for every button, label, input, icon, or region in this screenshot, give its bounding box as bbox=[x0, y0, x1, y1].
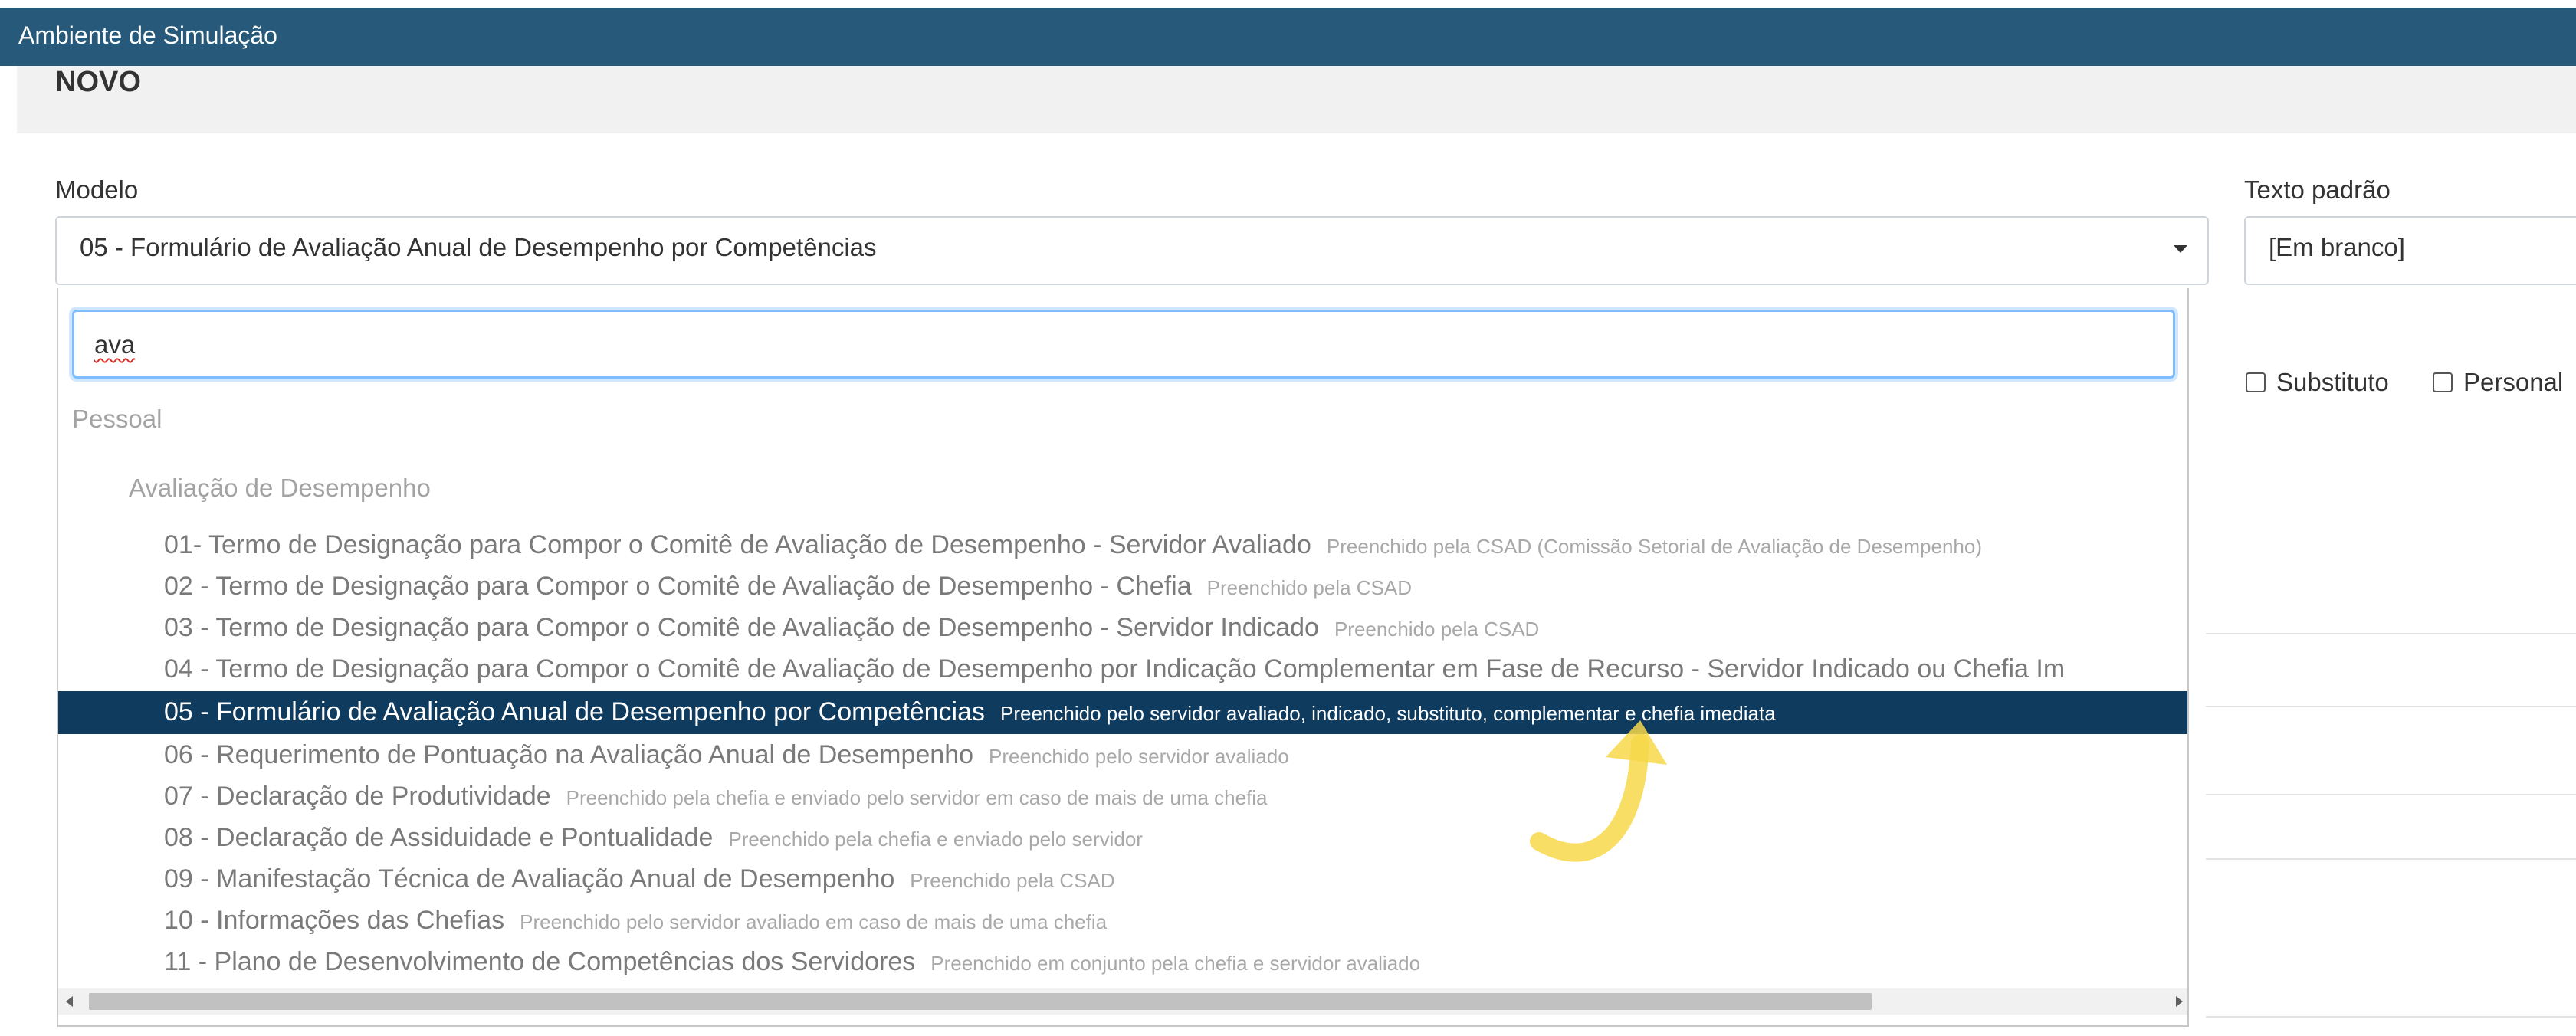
option-label: 03 - Termo de Designação para Compor o C… bbox=[164, 613, 1540, 642]
option-hint: Preenchido pelo servidor avaliado bbox=[989, 745, 1289, 768]
dropdown-option[interactable]: 05 - Formulário de Avaliação Anual de De… bbox=[58, 691, 2187, 734]
option-hint: Preenchido pela CSAD bbox=[1334, 618, 1540, 641]
option-label: 01- Termo de Designação para Compor o Co… bbox=[164, 530, 1982, 559]
window-title: Ambiente de Simulação bbox=[18, 21, 277, 49]
page-title: NOVO bbox=[55, 66, 141, 98]
horizontal-scrollbar[interactable] bbox=[58, 988, 2187, 1015]
substituto-checkbox[interactable] bbox=[2246, 372, 2266, 392]
option-label: 09 - Manifestação Técnica de Avaliação A… bbox=[164, 864, 1115, 893]
option-subgroup-avaliacao: Avaliação de Desempenho bbox=[129, 474, 431, 502]
option-label: 06 - Requerimento de Pontuação na Avalia… bbox=[164, 740, 1289, 769]
modelo-dropdown-panel[interactable]: ava Pessoal Avaliação de Desempenho 01- … bbox=[57, 288, 2189, 1027]
texto-padrao-value: [Em branco] bbox=[2269, 233, 2405, 261]
window-titlebar: Ambiente de Simulação bbox=[0, 8, 2576, 66]
option-label: 02 - Termo de Designação para Compor o C… bbox=[164, 572, 1412, 601]
chevron-down-icon bbox=[2174, 245, 2187, 253]
option-hint: Preenchido pela CSAD bbox=[1206, 576, 1412, 599]
option-hint: Preenchido pelo servidor avaliado em cas… bbox=[520, 910, 1108, 933]
page-header: NOVO bbox=[17, 66, 2576, 133]
option-group-pessoal: Pessoal bbox=[72, 405, 162, 433]
option-label: 04 - Termo de Designação para Compor o C… bbox=[164, 654, 2066, 684]
texto-padrao-select[interactable]: [Em branco] bbox=[2244, 216, 2576, 285]
dropdown-option[interactable]: 02 - Termo de Designação para Compor o C… bbox=[58, 566, 2187, 608]
dropdown-option[interactable]: 08 - Declaração de Assiduidade e Pontual… bbox=[58, 817, 2187, 860]
form-divider bbox=[2206, 858, 2576, 860]
dropdown-option[interactable]: 10 - Informações das Chefias Preenchido p… bbox=[58, 900, 2187, 943]
scroll-left-icon[interactable] bbox=[66, 996, 73, 1007]
annotation-arrow-icon bbox=[1530, 720, 1667, 862]
option-hint: Preenchido pela chefia e enviado pelo se… bbox=[566, 786, 1268, 809]
modelo-label: Modelo bbox=[55, 175, 139, 204]
modelo-select[interactable]: 05 - Formulário de Avaliação Anual de De… bbox=[55, 216, 2209, 285]
form-divider bbox=[2206, 633, 2576, 634]
dropdown-option[interactable]: 03 - Termo de Designação para Compor o C… bbox=[58, 607, 2187, 650]
form-divider bbox=[2206, 1016, 2576, 1018]
option-label: 11 - Plano de Desenvolvimento de Competê… bbox=[164, 947, 1421, 976]
form-divider bbox=[2206, 706, 2576, 707]
search-input-text: ava bbox=[94, 330, 136, 359]
personal-label: Personal bbox=[2463, 368, 2564, 396]
option-hint: Preenchido em conjunto pela chefia e ser… bbox=[930, 952, 1421, 975]
personal-checkbox[interactable] bbox=[2433, 372, 2453, 392]
option-label: 10 - Informações das Chefias Preenchido p… bbox=[164, 906, 1108, 935]
dropdown-option[interactable]: 09 - Manifestação Técnica de Avaliação A… bbox=[58, 858, 2187, 901]
modelo-select-value: 05 - Formulário de Avaliação Anual de De… bbox=[80, 233, 877, 261]
dropdown-option[interactable]: 07 - Declaração de Produtividade Preenchi… bbox=[58, 775, 2187, 818]
texto-padrao-label: Texto padrão bbox=[2244, 175, 2391, 204]
scroll-right-icon[interactable] bbox=[2176, 996, 2183, 1007]
dropdown-option[interactable]: 04 - Termo de Designação para Compor o C… bbox=[58, 648, 2187, 691]
option-hint: Preenchido pela CSAD bbox=[910, 869, 1115, 892]
scrollbar-thumb[interactable] bbox=[89, 993, 1872, 1010]
substituto-label: Substituto bbox=[2276, 368, 2389, 396]
form-divider bbox=[2206, 794, 2576, 795]
option-hint: Preenchido pela CSAD (Comissão Setorial … bbox=[1326, 535, 1982, 558]
dropdown-option[interactable]: 01- Termo de Designação para Compor o Co… bbox=[58, 524, 2187, 567]
clipped-header-strip bbox=[0, 0, 2576, 8]
option-label: 08 - Declaração de Assiduidade e Pontual… bbox=[164, 823, 1143, 852]
dropdown-option[interactable]: 06 - Requerimento de Pontuação na Avalia… bbox=[58, 734, 2187, 777]
option-label: 07 - Declaração de Produtividade Preenchi… bbox=[164, 782, 1268, 811]
dropdown-search-input[interactable]: ava bbox=[72, 310, 2175, 379]
dropdown-option[interactable]: 11 - Plano de Desenvolvimento de Competê… bbox=[58, 941, 2187, 984]
option-hint: Preenchido pela chefia e enviado pelo se… bbox=[728, 828, 1143, 851]
